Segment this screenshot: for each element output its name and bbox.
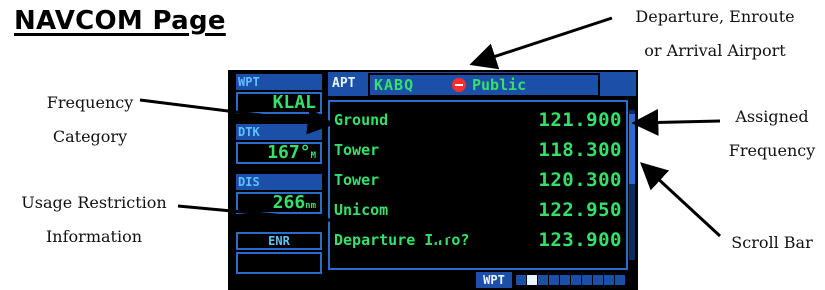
arrow-airport [469,16,613,70]
arrow-scroll-bar [640,162,722,238]
arrow-frequency-category [139,98,335,135]
callout-arrows [139,16,722,244]
arrow-usage-restriction [177,204,461,244]
arrow-assigned-frequency [631,108,721,136]
